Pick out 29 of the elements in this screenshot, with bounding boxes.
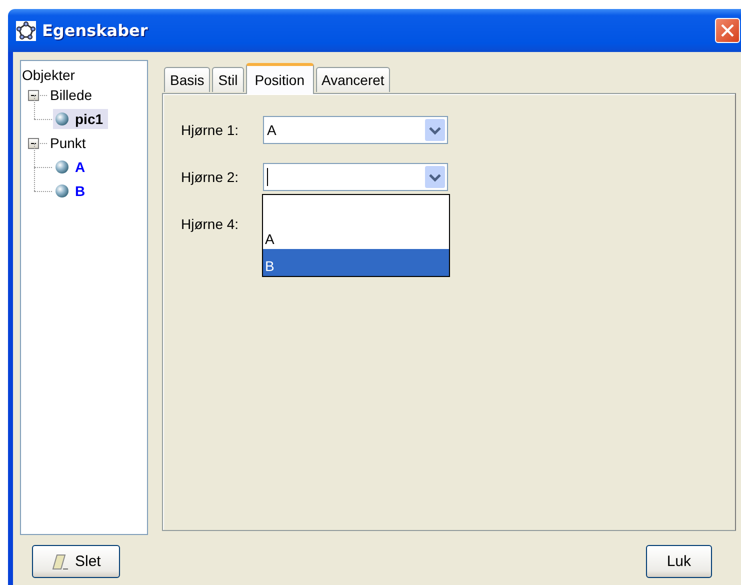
tree-node[interactable]: Punkt — [48, 134, 88, 152]
tree-leaf[interactable]: pic1 — [53, 109, 108, 129]
window-title: Egenskaber — [42, 21, 148, 40]
dropdown-option[interactable]: A — [263, 222, 449, 249]
combo-box[interactable]: A — [263, 116, 448, 144]
close-button[interactable] — [715, 18, 740, 43]
collapse-icon[interactable] — [28, 90, 39, 100]
dropdown-option[interactable]: B — [263, 249, 449, 276]
tab[interactable]: Stil — [212, 67, 244, 92]
tree-node[interactable]: Billede — [48, 86, 94, 104]
tab[interactable]: Position — [246, 63, 314, 94]
close-icon — [720, 23, 735, 38]
tree-leaf[interactable]: A — [53, 157, 90, 177]
tree-root: Objekter — [21, 66, 75, 83]
point-icon — [55, 112, 69, 126]
combo-box[interactable] — [263, 163, 448, 191]
tab[interactable]: Avanceret — [316, 67, 390, 92]
collapse-icon[interactable] — [28, 138, 39, 148]
field-label: Hjørne 1: — [181, 122, 240, 138]
close-dialog-button[interactable]: Luk — [646, 545, 712, 578]
delete-button[interactable]: Slet — [32, 545, 120, 578]
field-label: Hjørne 4: — [181, 216, 240, 232]
tree-leaf[interactable]: B — [53, 181, 90, 201]
point-icon — [55, 184, 69, 198]
app-icon — [16, 20, 36, 40]
tab[interactable]: Basis — [164, 67, 210, 92]
eraser-icon — [51, 552, 69, 570]
field-label: Hjørne 2: — [181, 169, 240, 185]
point-icon — [55, 160, 69, 174]
